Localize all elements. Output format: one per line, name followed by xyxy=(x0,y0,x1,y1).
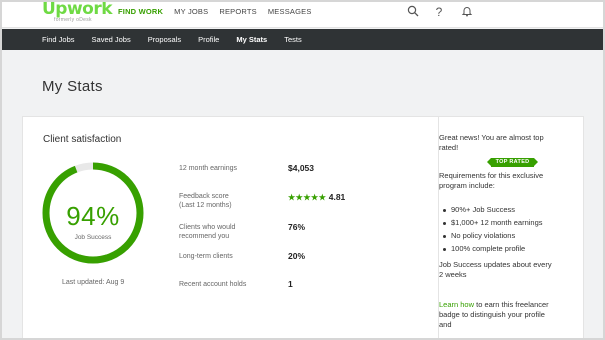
requirement-item: $1,000+ 12 month earnings xyxy=(439,218,554,228)
requirements-intro: Requirements for this exclusive program … xyxy=(439,171,544,190)
stat-value-feedback: ★★★★★ 4.81 xyxy=(288,192,345,202)
top-nav: FIND WORK MY JOBS REPORTS MESSAGES xyxy=(118,7,312,16)
update-note: Job Success updates about every 2 weeks xyxy=(439,260,552,279)
topnav-messages[interactable]: MESSAGES xyxy=(268,7,312,16)
page-title: My Stats xyxy=(42,78,103,95)
requirements-list: 90%+ Job Success $1,000+ 12 month earnin… xyxy=(439,205,554,257)
last-updated: Last updated: Aug 9 xyxy=(62,279,125,286)
feedback-score: 4.81 xyxy=(328,192,346,202)
stat-label-earnings: 12 month earnings xyxy=(179,165,237,172)
job-success-percent: 94% xyxy=(66,201,120,231)
requirement-item: 90%+ Job Success xyxy=(439,205,554,215)
subnav-saved-jobs[interactable]: Saved Jobs xyxy=(92,35,131,44)
notification-bell-icon[interactable] xyxy=(460,5,474,19)
top-rated-intro: Great news! You are almost top rated! xyxy=(439,133,544,152)
stat-label-feedback: Feedback score (Last 12 months) xyxy=(179,193,232,209)
logo-subtext: formerly oDesk xyxy=(54,17,92,23)
stat-value-earnings: $4,053 xyxy=(288,163,314,173)
stat-value-recommend: 76% xyxy=(288,222,306,232)
requirement-item: 100% complete profile xyxy=(439,244,554,254)
subnav-find-jobs[interactable]: Find Jobs xyxy=(42,35,75,44)
app-window: Upwork formerly oDesk FIND WORK MY JOBS … xyxy=(0,0,605,340)
search-icon[interactable] xyxy=(406,5,420,19)
requirement-item: No policy violations xyxy=(439,231,554,241)
subnav-my-stats[interactable]: My Stats xyxy=(236,35,267,44)
stat-label-recommend: Clients who would recommend you xyxy=(179,224,236,240)
top-rated-badge: TOP RATED xyxy=(487,158,538,167)
stat-label-account-holds: Recent account holds xyxy=(179,281,247,288)
stat-value-long-term: 20% xyxy=(288,251,306,261)
topnav-reports[interactable]: REPORTS xyxy=(219,7,257,16)
feedback-stars: ★★★★★ xyxy=(288,193,327,202)
topnav-my-jobs[interactable]: MY JOBS xyxy=(174,7,208,16)
secondary-nav: Find Jobs Saved Jobs Proposals Profile M… xyxy=(2,29,603,50)
stat-value-account-holds: 1 xyxy=(288,279,293,289)
learn-how-link[interactable]: Learn how xyxy=(439,300,474,309)
stat-label-long-term: Long-term clients xyxy=(179,253,233,260)
subnav-proposals[interactable]: Proposals xyxy=(148,35,181,44)
topnav-find-work[interactable]: FIND WORK xyxy=(118,7,163,16)
client-satisfaction-title: Client satisfaction xyxy=(43,134,122,145)
top-bar: Upwork formerly oDesk FIND WORK MY JOBS … xyxy=(2,2,603,28)
job-success-label: Job Success xyxy=(74,234,112,241)
help-icon[interactable]: ? xyxy=(432,5,446,19)
learn-more: Learn how to earn this freelancer badge … xyxy=(439,300,554,330)
subnav-profile[interactable]: Profile xyxy=(198,35,219,44)
subnav-tests[interactable]: Tests xyxy=(284,35,302,44)
